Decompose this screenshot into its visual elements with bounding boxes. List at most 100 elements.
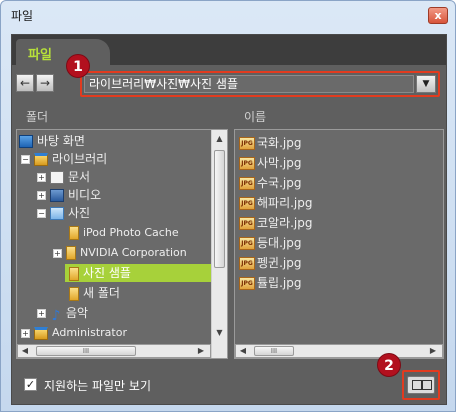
scroll-down-arrow-icon[interactable]: ▼ <box>212 326 227 340</box>
tree-item-video[interactable]: + 비디오 <box>17 186 211 204</box>
window-title: 파일 <box>11 9 34 23</box>
pictures-icon <box>50 207 64 220</box>
file-name: 코알라.jpg <box>257 216 313 230</box>
folder-tree-vscrollbar[interactable]: ▲ ▼ <box>211 130 227 358</box>
tree-item-label: 비디오 <box>68 188 102 202</box>
collapse-icon[interactable]: − <box>21 155 30 164</box>
callout-badge-2: 2 <box>377 353 401 377</box>
folder-tree-list: 바탕 화면 − 라이브러리 + 문서 + 비디오 − 사진 iPod Photo Cac… <box>17 130 211 358</box>
file-dialog-window: 파일 x 파일 ← → 라이브러리₩사진₩사진 샘플 ▼ 폴더 이름 바탕 화면… <box>0 0 456 412</box>
file-name: 해파리.jpg <box>257 196 313 210</box>
file-list: JPG 국화.jpg JPG 사막.jpg JPG 수국.jpg JPG 해파리.jpg… <box>234 129 444 359</box>
tab-file[interactable]: 파일 <box>16 39 110 65</box>
tree-item-label: 사진 샘플 <box>83 266 131 280</box>
folder-icon <box>69 286 79 301</box>
documents-icon <box>50 171 64 184</box>
file-item[interactable]: JPG 해파리.jpg <box>239 194 313 212</box>
jpg-icon: JPG <box>239 237 255 250</box>
view-toggle-highlight <box>402 370 440 400</box>
tree-item-label: 문서 <box>68 170 91 184</box>
file-item[interactable]: JPG 사막.jpg <box>239 154 301 172</box>
title-bar[interactable]: 파일 x <box>1 1 455 29</box>
file-name: 사막.jpg <box>257 156 302 170</box>
folder-tree: 바탕 화면 − 라이브러리 + 문서 + 비디오 − 사진 iPod Photo Cac… <box>16 129 228 359</box>
tree-item-library[interactable]: − 라이브러리 <box>17 150 211 168</box>
file-item[interactable]: JPG 수국.jpg <box>239 174 301 192</box>
callout-badge-1: 1 <box>66 54 90 78</box>
tree-item-ipod-photo-cache[interactable]: iPod Photo Cache <box>17 224 211 242</box>
scroll-left-arrow-icon[interactable]: ◀ <box>18 345 32 357</box>
file-panel: 파일 ← → 라이브러리₩사진₩사진 샘플 ▼ 폴더 이름 바탕 화면 − 라이브… <box>11 34 447 405</box>
file-list-hscrollbar[interactable]: ◀ III ▶ <box>235 344 443 358</box>
file-name: 등대.jpg <box>257 236 302 250</box>
file-name: 국화.jpg <box>257 136 302 150</box>
back-button[interactable]: ← <box>16 74 34 92</box>
tree-item-label: 사진 <box>68 206 91 220</box>
expand-icon[interactable]: + <box>21 328 30 338</box>
music-icon: ♪ <box>51 308 61 324</box>
tree-item-music[interactable]: + ♪ 음악 <box>17 304 211 324</box>
grid-view-icon <box>412 380 422 390</box>
file-item[interactable]: JPG 국화.jpg <box>239 134 301 152</box>
name-column-header[interactable]: 이름 <box>244 108 266 125</box>
file-item[interactable]: JPG 펭귄.jpg <box>239 254 301 272</box>
tree-item-label: NVIDIA Corporation <box>80 246 187 259</box>
supported-files-only-checkbox[interactable]: ✓ <box>24 378 37 391</box>
library-icon <box>34 326 48 340</box>
tree-item-pictures[interactable]: − 사진 <box>17 204 211 222</box>
path-dropdown[interactable]: 라이브러리₩사진₩사진 샘플 <box>84 75 414 93</box>
jpg-icon: JPG <box>239 257 255 270</box>
checkbox-label[interactable]: 지원하는 파일만 보기 <box>44 377 151 394</box>
tree-item-documents[interactable]: + 문서 <box>17 168 211 186</box>
scroll-right-arrow-icon[interactable]: ▶ <box>194 345 208 357</box>
jpg-icon: JPG <box>239 137 255 150</box>
tree-item-label: 라이브러리 <box>52 152 108 166</box>
folder-tree-hscrollbar[interactable]: ◀ III ▶ <box>17 344 211 358</box>
expand-icon[interactable]: + <box>37 309 46 318</box>
jpg-icon: JPG <box>239 157 255 170</box>
tree-item-administrator[interactable]: + Administrator <box>17 324 211 342</box>
folder-icon <box>66 246 76 260</box>
grid-view-icon <box>422 380 432 390</box>
jpg-icon: JPG <box>239 177 255 190</box>
scrollbar-thumb[interactable]: III <box>254 346 294 356</box>
scroll-left-arrow-icon[interactable]: ◀ <box>236 345 250 357</box>
tree-item-label: Administrator <box>52 326 127 339</box>
file-item[interactable]: JPG 튤립.jpg <box>239 274 301 292</box>
scroll-up-arrow-icon[interactable]: ▲ <box>212 132 227 146</box>
dropdown-arrow-icon[interactable]: ▼ <box>416 75 436 93</box>
jpg-icon: JPG <box>239 217 255 230</box>
tree-item-label: 음악 <box>66 306 89 320</box>
bottom-bar: ✓ 지원하는 파일만 보기 <box>16 370 444 400</box>
file-item[interactable]: JPG 등대.jpg <box>239 234 301 252</box>
video-icon <box>50 189 64 202</box>
forward-button[interactable]: → <box>36 74 54 92</box>
file-item[interactable]: JPG 코알라.jpg <box>239 214 313 232</box>
expand-icon[interactable]: + <box>53 248 62 258</box>
scroll-right-arrow-icon[interactable]: ▶ <box>426 345 440 357</box>
file-name: 펭귄.jpg <box>257 256 302 270</box>
expand-icon[interactable]: + <box>37 191 46 200</box>
tree-item-label: 바탕 화면 <box>37 134 85 148</box>
file-name: 수국.jpg <box>257 176 302 190</box>
tree-item-label: iPod Photo Cache <box>83 226 179 239</box>
jpg-icon: JPG <box>239 277 255 290</box>
folder-column-header: 폴더 <box>26 110 49 124</box>
folder-icon <box>69 226 79 240</box>
tree-item-desktop[interactable]: 바탕 화면 <box>17 132 211 150</box>
tree-item-new-folder[interactable]: 새 폴더 <box>17 284 211 302</box>
scrollbar-thumb[interactable] <box>214 150 225 268</box>
expand-icon[interactable]: + <box>37 173 46 182</box>
folder-icon <box>69 266 79 281</box>
desktop-icon <box>19 135 33 148</box>
collapse-icon[interactable]: − <box>37 209 46 218</box>
scrollbar-thumb[interactable]: III <box>36 346 136 356</box>
close-button[interactable]: x <box>428 7 448 24</box>
path-highlight: 라이브러리₩사진₩사진 샘플 ▼ <box>80 71 440 97</box>
view-toggle-button[interactable] <box>407 376 435 394</box>
file-name: 튤립.jpg <box>257 276 302 290</box>
library-icon <box>34 153 48 166</box>
tree-item-nvidia-corporation[interactable]: + NVIDIA Corporation <box>17 244 211 262</box>
tree-item-sample-pictures[interactable]: 사진 샘플 <box>65 264 211 282</box>
jpg-icon: JPG <box>239 197 255 210</box>
